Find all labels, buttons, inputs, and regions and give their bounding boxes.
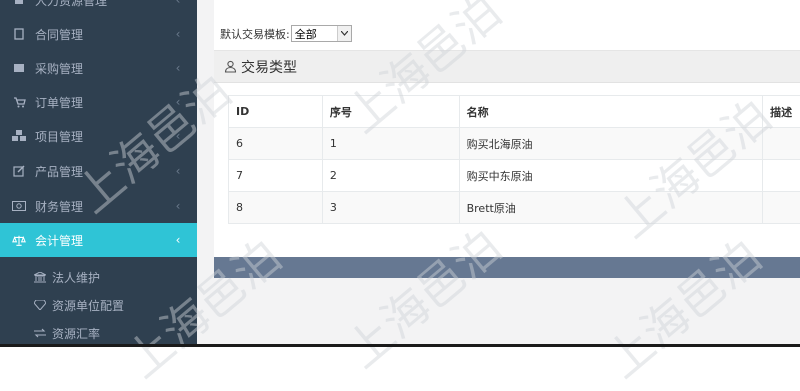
chevron-left-icon: ‹	[173, 0, 183, 7]
cell-seq: 1	[322, 128, 459, 160]
sidebar-item-purchase[interactable]: 采购管理 ‹	[0, 51, 197, 85]
sidebar-item-finance[interactable]: 财务管理 ‹	[0, 189, 197, 223]
money-icon	[12, 199, 26, 213]
column-header-id[interactable]: ID	[229, 96, 323, 128]
user-icon	[224, 60, 237, 73]
diamond-icon	[34, 299, 46, 311]
sidebar-item-hr[interactable]: 人力资源管理 ‹	[0, 0, 197, 17]
content-panel: 默认交易模板: 全部 交易类型 ID 序号 名称	[214, 0, 800, 278]
cell-desc	[763, 192, 800, 224]
column-header-seq[interactable]: 序号	[322, 96, 459, 128]
sidebar: 人力资源管理 ‹ 合同管理 ‹ 采购管理 ‹ 订单管理 ‹ 项目管理 ‹ 产品管…	[0, 0, 197, 347]
transaction-type-table: ID 序号 名称 描述 6 1 购买北海原油 7 2 购买中东原油	[228, 95, 800, 224]
chevron-left-icon: ‹	[173, 95, 183, 109]
sidebar-item-accounting[interactable]: 会计管理 ‹	[0, 223, 197, 257]
cell-seq: 2	[322, 160, 459, 192]
cell-desc	[763, 128, 800, 160]
section-title: 交易类型	[241, 57, 297, 77]
sidebar-item-label: 项目管理	[35, 128, 173, 145]
section-header: 交易类型	[214, 50, 800, 83]
sidebar-item-product[interactable]: 产品管理 ‹	[0, 154, 197, 188]
table-row[interactable]: 8 3 Brett原油	[229, 192, 800, 224]
cell-seq: 3	[322, 192, 459, 224]
sidebar-subitem-legal-entity[interactable]: 法人维护	[0, 263, 197, 291]
sidebar-item-label: 人力资源管理	[35, 0, 173, 9]
column-header-desc[interactable]: 描述	[763, 96, 800, 128]
sidebar-subitem-label: 资源汇率	[52, 325, 100, 342]
sidebar-subitem-exchange-rate[interactable]: 资源汇率	[0, 319, 197, 347]
chevron-left-icon: ‹	[173, 199, 183, 213]
column-header-name[interactable]: 名称	[459, 96, 762, 128]
cubes-icon	[12, 129, 26, 143]
chevron-left-icon: ‹	[173, 61, 183, 75]
sidebar-item-project[interactable]: 项目管理 ‹	[0, 119, 197, 153]
cell-name: Brett原油	[459, 192, 762, 224]
chevron-left-icon: ‹	[173, 164, 183, 178]
cell-desc	[763, 160, 800, 192]
table-row[interactable]: 6 1 购买北海原油	[229, 128, 800, 160]
sidebar-item-label: 会计管理	[35, 232, 173, 249]
document-icon	[12, 27, 26, 41]
template-select-value: 全部	[292, 26, 337, 42]
chevron-down-icon	[337, 26, 351, 41]
sidebar-subitem-resource-unit[interactable]: 资源单位配置	[0, 291, 197, 319]
cell-name: 购买北海原油	[459, 128, 762, 160]
template-label: 默认交易模板:	[220, 26, 290, 42]
cell-name: 购买中东原油	[459, 160, 762, 192]
sidebar-item-order[interactable]: 订单管理 ‹	[0, 85, 197, 119]
edit-icon	[12, 164, 26, 178]
sidebar-subitem-label: 法人维护	[52, 269, 100, 286]
sidebar-item-label: 合同管理	[35, 26, 173, 43]
main-content: 默认交易模板: 全部 交易类型 ID 序号 名称	[197, 0, 800, 347]
table-row[interactable]: 7 2 购买中东原油	[229, 160, 800, 192]
cart-icon	[12, 95, 26, 109]
sidebar-subitem-label: 资源单位配置	[52, 297, 124, 314]
panel-footer-bar	[214, 257, 800, 278]
sidebar-item-label: 财务管理	[35, 198, 173, 215]
template-select[interactable]: 全部	[291, 25, 352, 42]
bank-icon	[34, 271, 46, 283]
cell-id: 7	[229, 160, 323, 192]
chevron-left-icon: ‹	[173, 129, 183, 143]
cell-id: 8	[229, 192, 323, 224]
chevron-left-icon: ‹	[173, 233, 183, 247]
balance-scale-icon	[12, 233, 26, 247]
sidebar-item-label: 订单管理	[35, 94, 173, 111]
box-icon	[12, 61, 26, 75]
table-header-row: ID 序号 名称 描述	[229, 96, 800, 128]
exchange-icon	[34, 327, 46, 339]
chevron-left-icon: ‹	[173, 27, 183, 41]
sidebar-item-label: 产品管理	[35, 163, 173, 180]
user-icon	[12, 0, 26, 7]
cell-id: 6	[229, 128, 323, 160]
template-selector-row: 默认交易模板: 全部	[220, 25, 352, 42]
sidebar-item-label: 采购管理	[35, 60, 173, 77]
sidebar-item-contract[interactable]: 合同管理 ‹	[0, 17, 197, 51]
